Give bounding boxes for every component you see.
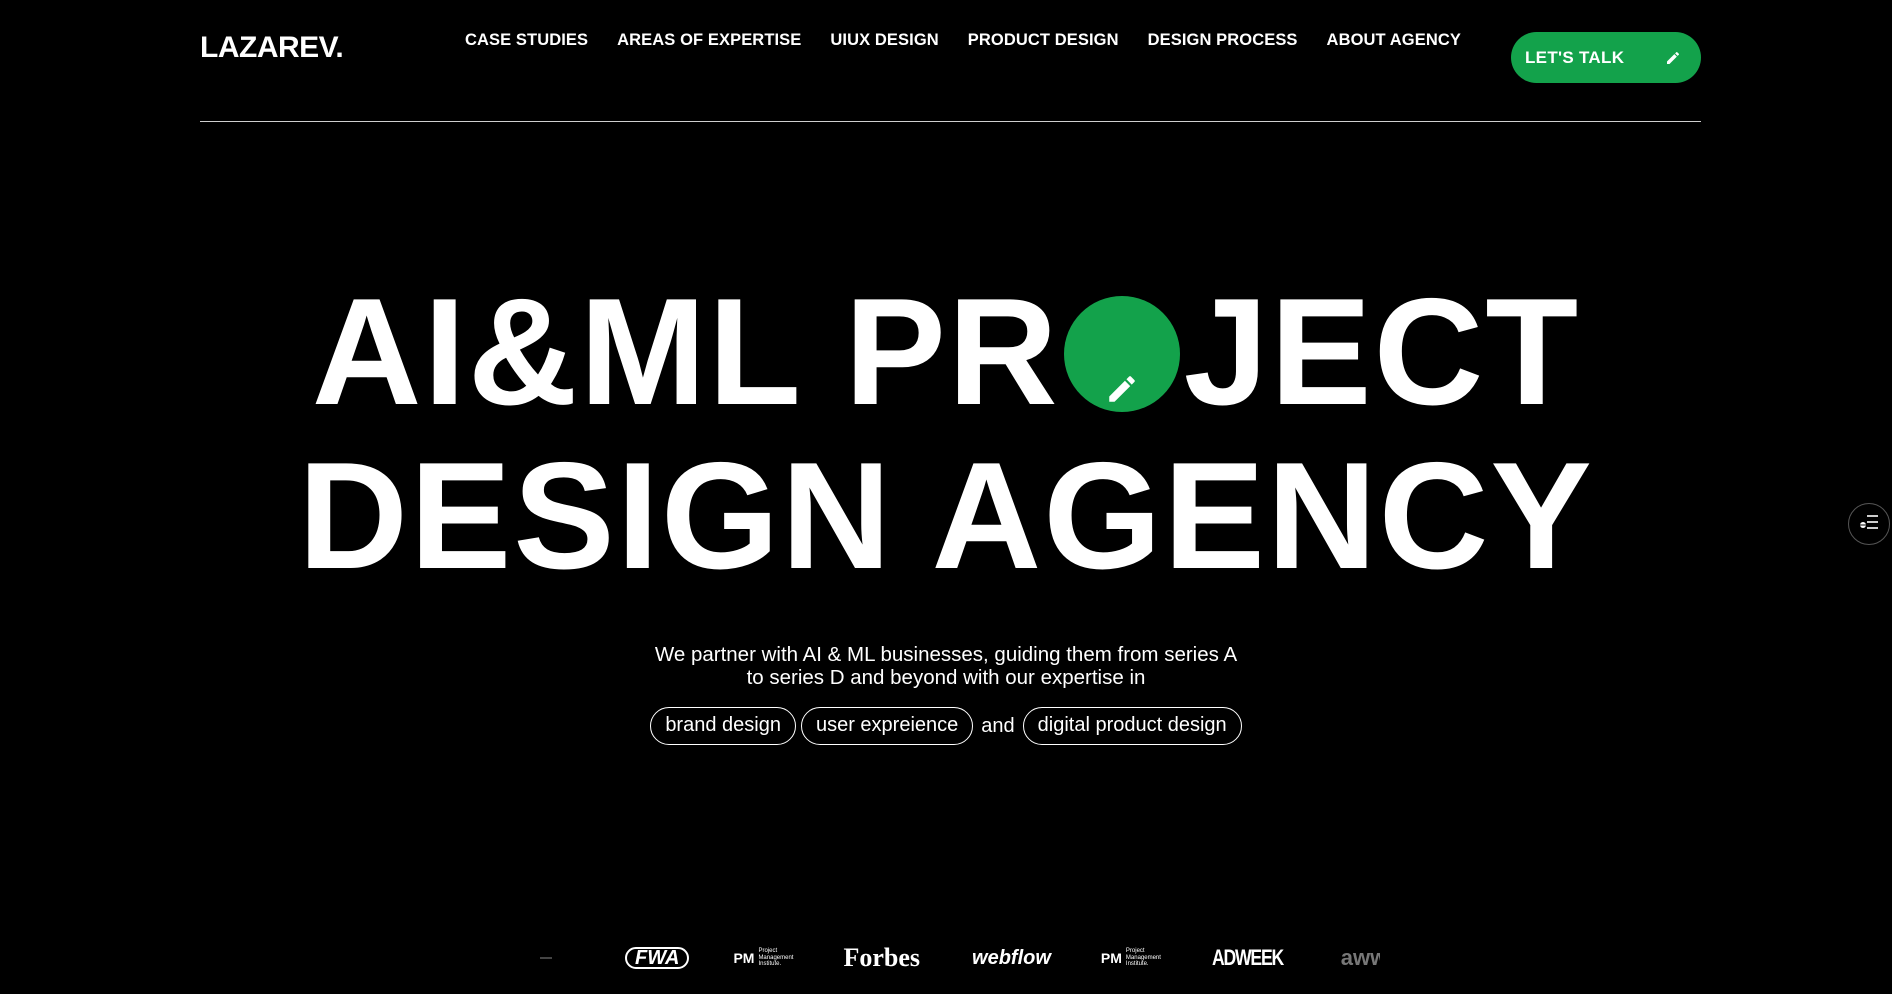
brand-logo[interactable]: LAZAREV. — [200, 31, 344, 65]
nav-about-agency[interactable]: ABOUT AGENCY — [1327, 31, 1461, 50]
filter-list-icon — [1859, 514, 1879, 535]
nav-design-process[interactable]: DESIGN PROCESS — [1148, 31, 1298, 50]
hero-line-1: AI&ML PR JECT — [0, 270, 1892, 434]
pmi-mark: PM — [1100, 950, 1122, 966]
logo-fragment — [540, 957, 552, 959]
intro-text: We partner with AI & ML businesses, guid… — [0, 643, 1892, 689]
and-text: and — [981, 714, 1015, 737]
logo-adweek: ADWEEK — [1211, 945, 1284, 970]
expertise-chips: brand design user expreience and digital… — [0, 707, 1892, 745]
site-header: LAZAREV. CASE STUDIES AREAS OF EXPERTISE… — [200, 0, 1701, 122]
pencil-icon — [1663, 48, 1683, 68]
lets-talk-button[interactable]: LET'S TALK — [1511, 32, 1701, 83]
hero-heading: AI&ML PR JECT DESIGN AGENCY — [0, 270, 1892, 598]
pmi-text-3: Institute. — [758, 961, 782, 968]
hero-o-pencil-button[interactable] — [1063, 296, 1180, 412]
chip-brand-design[interactable]: brand design — [650, 707, 796, 745]
logo-pmi: PM Project Management Institute. — [733, 948, 793, 968]
intro-line-2: to series D and beyond with our expertis… — [746, 666, 1146, 689]
logo-fwa: FWA — [625, 947, 690, 969]
logo-webflow: webflow — [972, 946, 1051, 969]
lets-talk-label: LET'S TALK — [1525, 47, 1625, 67]
hero-line-1-start: AI&ML PR — [311, 267, 1060, 437]
pmi-mark: PM — [733, 950, 755, 966]
nav-product-design[interactable]: PRODUCT DESIGN — [968, 31, 1119, 50]
nav-case-studies[interactable]: CASE STUDIES — [465, 31, 588, 50]
main-nav: CASE STUDIES AREAS OF EXPERTISE UIUX DES… — [465, 31, 1461, 50]
nav-uiux-design[interactable]: UIUX DESIGN — [830, 31, 938, 50]
side-filter-button[interactable] — [1848, 503, 1890, 545]
pmi-text-3: Institute. — [1125, 961, 1149, 968]
pmi-text: Project Management Institute. — [1126, 948, 1161, 968]
logo-pmi-2: PM Project Management Institute. — [1101, 948, 1161, 968]
intro-line-1: We partner with AI & ML businesses, guid… — [654, 643, 1238, 666]
hero-line-2: DESIGN AGENCY — [298, 431, 1594, 601]
logo-awwwards: awwwa — [1340, 945, 1380, 970]
press-logos-strip: FWA PM Project Management Institute. For… — [540, 940, 1380, 976]
chip-user-experience[interactable]: user expreience — [800, 707, 974, 745]
logo-forbes: Forbes — [843, 943, 921, 972]
pencil-icon — [1105, 272, 1139, 436]
chip-digital-product-design[interactable]: digital product design — [1022, 707, 1242, 745]
nav-areas-of-expertise[interactable]: AREAS OF EXPERTISE — [617, 31, 801, 50]
pmi-text: Project Management Institute. — [758, 948, 793, 968]
hero-line-1-end: JECT — [1183, 267, 1581, 437]
